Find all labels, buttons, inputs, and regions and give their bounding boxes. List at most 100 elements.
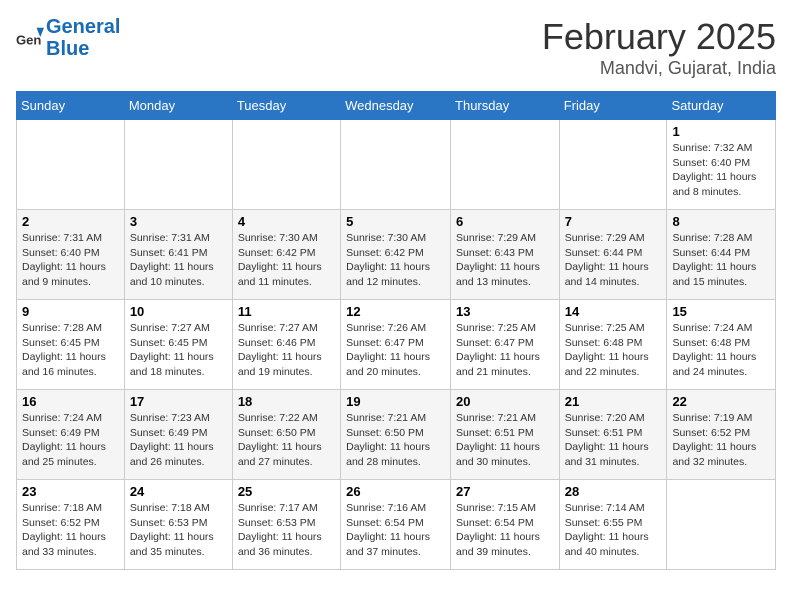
day-info: Sunrise: 7:28 AM Sunset: 6:44 PM Dayligh… bbox=[672, 231, 770, 290]
day-info: Sunrise: 7:21 AM Sunset: 6:51 PM Dayligh… bbox=[456, 411, 554, 470]
day-cell: 23 Sunrise: 7:18 AM Sunset: 6:52 PM Dayli… bbox=[17, 480, 125, 570]
day-cell: 10 Sunrise: 7:27 AM Sunset: 6:45 PM Dayli… bbox=[124, 300, 232, 390]
day-cell: 25 Sunrise: 7:17 AM Sunset: 6:53 PM Dayli… bbox=[232, 480, 340, 570]
month-title: February 2025 bbox=[542, 16, 776, 58]
day-cell: 24 Sunrise: 7:18 AM Sunset: 6:53 PM Dayli… bbox=[124, 480, 232, 570]
day-cell: 22 Sunrise: 7:19 AM Sunset: 6:52 PM Dayli… bbox=[667, 390, 776, 480]
day-cell bbox=[667, 480, 776, 570]
day-cell: 27Sunrise: 7:15 AM Sunset: 6:54 PM Dayli… bbox=[451, 480, 560, 570]
day-info: Sunrise: 7:25 AM Sunset: 6:48 PM Dayligh… bbox=[565, 321, 662, 380]
day-cell: 12 Sunrise: 7:26 AM Sunset: 6:47 PM Dayli… bbox=[341, 300, 451, 390]
weekday-header-saturday: Saturday bbox=[667, 92, 776, 120]
day-number: 24 bbox=[130, 484, 227, 499]
day-info: Sunrise: 7:17 AM Sunset: 6:53 PM Dayligh… bbox=[238, 501, 335, 560]
day-info: Sunrise: 7:18 AM Sunset: 6:53 PM Dayligh… bbox=[130, 501, 227, 560]
calendar-body: 1Sunrise: 7:32 AM Sunset: 6:40 PM Daylig… bbox=[17, 120, 776, 570]
day-info: Sunrise: 7:20 AM Sunset: 6:51 PM Dayligh… bbox=[565, 411, 662, 470]
day-number: 5 bbox=[346, 214, 445, 229]
logo-icon: Gen bbox=[16, 24, 44, 52]
logo-line2: Blue bbox=[46, 38, 120, 60]
day-cell: 5 Sunrise: 7:30 AM Sunset: 6:42 PM Daylig… bbox=[341, 210, 451, 300]
day-cell: 28 Sunrise: 7:14 AM Sunset: 6:55 PM Dayli… bbox=[559, 480, 667, 570]
day-number: 26 bbox=[346, 484, 445, 499]
week-row-1: 1Sunrise: 7:32 AM Sunset: 6:40 PM Daylig… bbox=[17, 120, 776, 210]
day-cell: 14 Sunrise: 7:25 AM Sunset: 6:48 PM Dayli… bbox=[559, 300, 667, 390]
day-number: 20 bbox=[456, 394, 554, 409]
day-cell: 21 Sunrise: 7:20 AM Sunset: 6:51 PM Dayli… bbox=[559, 390, 667, 480]
day-info: Sunrise: 7:31 AM Sunset: 6:40 PM Dayligh… bbox=[22, 231, 119, 290]
day-info: Sunrise: 7:29 AM Sunset: 6:43 PM Dayligh… bbox=[456, 231, 554, 290]
day-info: Sunrise: 7:30 AM Sunset: 6:42 PM Dayligh… bbox=[238, 231, 335, 290]
page-header: Gen General Blue February 2025 Mandvi, G… bbox=[16, 16, 776, 79]
day-info: Sunrise: 7:27 AM Sunset: 6:45 PM Dayligh… bbox=[130, 321, 227, 380]
week-row-4: 16Sunrise: 7:24 AM Sunset: 6:49 PM Dayli… bbox=[17, 390, 776, 480]
day-cell: 15 Sunrise: 7:24 AM Sunset: 6:48 PM Dayli… bbox=[667, 300, 776, 390]
day-info: Sunrise: 7:28 AM Sunset: 6:45 PM Dayligh… bbox=[22, 321, 119, 380]
svg-text:Gen: Gen bbox=[16, 33, 41, 48]
day-number: 22 bbox=[672, 394, 770, 409]
day-info: Sunrise: 7:14 AM Sunset: 6:55 PM Dayligh… bbox=[565, 501, 662, 560]
day-info: Sunrise: 7:19 AM Sunset: 6:52 PM Dayligh… bbox=[672, 411, 770, 470]
day-info: Sunrise: 7:26 AM Sunset: 6:47 PM Dayligh… bbox=[346, 321, 445, 380]
day-number: 11 bbox=[238, 304, 335, 319]
day-cell: 1Sunrise: 7:32 AM Sunset: 6:40 PM Daylig… bbox=[667, 120, 776, 210]
day-info: Sunrise: 7:27 AM Sunset: 6:46 PM Dayligh… bbox=[238, 321, 335, 380]
day-cell bbox=[124, 120, 232, 210]
day-cell: 16Sunrise: 7:24 AM Sunset: 6:49 PM Dayli… bbox=[17, 390, 125, 480]
weekday-header-wednesday: Wednesday bbox=[341, 92, 451, 120]
day-info: Sunrise: 7:22 AM Sunset: 6:50 PM Dayligh… bbox=[238, 411, 335, 470]
day-info: Sunrise: 7:30 AM Sunset: 6:42 PM Dayligh… bbox=[346, 231, 445, 290]
day-cell bbox=[232, 120, 340, 210]
day-number: 25 bbox=[238, 484, 335, 499]
day-number: 10 bbox=[130, 304, 227, 319]
day-info: Sunrise: 7:23 AM Sunset: 6:49 PM Dayligh… bbox=[130, 411, 227, 470]
weekday-header-thursday: Thursday bbox=[451, 92, 560, 120]
day-number: 18 bbox=[238, 394, 335, 409]
day-cell: 4Sunrise: 7:30 AM Sunset: 6:42 PM Daylig… bbox=[232, 210, 340, 300]
day-cell: 13Sunrise: 7:25 AM Sunset: 6:47 PM Dayli… bbox=[451, 300, 560, 390]
day-info: Sunrise: 7:16 AM Sunset: 6:54 PM Dayligh… bbox=[346, 501, 445, 560]
day-info: Sunrise: 7:21 AM Sunset: 6:50 PM Dayligh… bbox=[346, 411, 445, 470]
day-number: 2 bbox=[22, 214, 119, 229]
day-number: 6 bbox=[456, 214, 554, 229]
day-info: Sunrise: 7:24 AM Sunset: 6:49 PM Dayligh… bbox=[22, 411, 119, 470]
day-cell: 8 Sunrise: 7:28 AM Sunset: 6:44 PM Daylig… bbox=[667, 210, 776, 300]
logo: Gen General Blue bbox=[16, 16, 120, 60]
day-info: Sunrise: 7:24 AM Sunset: 6:48 PM Dayligh… bbox=[672, 321, 770, 380]
day-info: Sunrise: 7:31 AM Sunset: 6:41 PM Dayligh… bbox=[130, 231, 227, 290]
weekday-header-tuesday: Tuesday bbox=[232, 92, 340, 120]
day-info: Sunrise: 7:32 AM Sunset: 6:40 PM Dayligh… bbox=[672, 141, 770, 200]
day-cell: 11 Sunrise: 7:27 AM Sunset: 6:46 PM Dayli… bbox=[232, 300, 340, 390]
week-row-3: 9 Sunrise: 7:28 AM Sunset: 6:45 PM Daylig… bbox=[17, 300, 776, 390]
day-number: 27 bbox=[456, 484, 554, 499]
day-cell: 20 Sunrise: 7:21 AM Sunset: 6:51 PM Dayli… bbox=[451, 390, 560, 480]
day-number: 9 bbox=[22, 304, 119, 319]
day-number: 14 bbox=[565, 304, 662, 319]
day-info: Sunrise: 7:18 AM Sunset: 6:52 PM Dayligh… bbox=[22, 501, 119, 560]
location-title: Mandvi, Gujarat, India bbox=[542, 58, 776, 79]
day-cell: 6 Sunrise: 7:29 AM Sunset: 6:43 PM Daylig… bbox=[451, 210, 560, 300]
day-cell: 19Sunrise: 7:21 AM Sunset: 6:50 PM Dayli… bbox=[341, 390, 451, 480]
week-row-5: 23 Sunrise: 7:18 AM Sunset: 6:52 PM Dayli… bbox=[17, 480, 776, 570]
day-number: 21 bbox=[565, 394, 662, 409]
day-number: 8 bbox=[672, 214, 770, 229]
day-cell: 17 Sunrise: 7:23 AM Sunset: 6:49 PM Dayli… bbox=[124, 390, 232, 480]
day-cell bbox=[341, 120, 451, 210]
day-number: 17 bbox=[130, 394, 227, 409]
day-cell bbox=[559, 120, 667, 210]
day-number: 23 bbox=[22, 484, 119, 499]
day-cell: 3Sunrise: 7:31 AM Sunset: 6:41 PM Daylig… bbox=[124, 210, 232, 300]
day-number: 28 bbox=[565, 484, 662, 499]
weekday-header-monday: Monday bbox=[124, 92, 232, 120]
day-number: 12 bbox=[346, 304, 445, 319]
day-number: 15 bbox=[672, 304, 770, 319]
week-row-2: 2 Sunrise: 7:31 AM Sunset: 6:40 PM Daylig… bbox=[17, 210, 776, 300]
weekday-header-row: SundayMondayTuesdayWednesdayThursdayFrid… bbox=[17, 92, 776, 120]
day-cell: 9 Sunrise: 7:28 AM Sunset: 6:45 PM Daylig… bbox=[17, 300, 125, 390]
title-block: February 2025 Mandvi, Gujarat, India bbox=[542, 16, 776, 79]
logo-line1: General bbox=[46, 16, 120, 38]
day-cell bbox=[451, 120, 560, 210]
day-info: Sunrise: 7:29 AM Sunset: 6:44 PM Dayligh… bbox=[565, 231, 662, 290]
day-cell: 7Sunrise: 7:29 AM Sunset: 6:44 PM Daylig… bbox=[559, 210, 667, 300]
day-cell: 2 Sunrise: 7:31 AM Sunset: 6:40 PM Daylig… bbox=[17, 210, 125, 300]
